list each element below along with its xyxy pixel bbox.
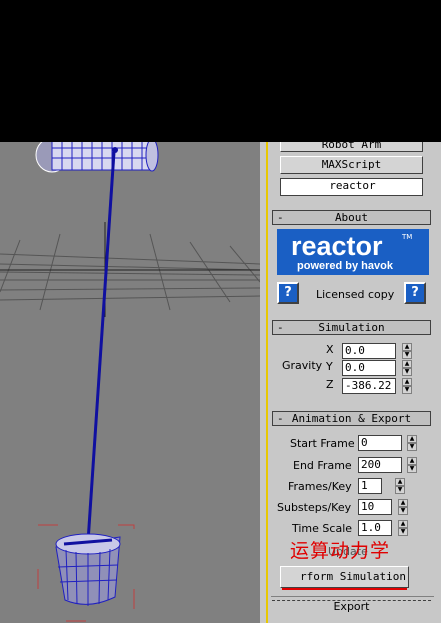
viewport-perspective[interactable]	[0, 142, 260, 623]
export-title: Export	[333, 600, 370, 613]
gravity-x-spinner[interactable]: ▲ ▼	[402, 343, 412, 359]
gravity-z-field[interactable]: -386.22	[342, 378, 396, 394]
chinese-annotation: 运算动力学	[290, 540, 391, 562]
maxscript-button[interactable]: MAXScript	[280, 156, 423, 174]
frames-per-key-field[interactable]: 1	[358, 478, 382, 494]
robot-arm-button[interactable]: Robot Arm	[280, 142, 423, 152]
rollout-divider	[271, 596, 434, 597]
reactor-logo: reactor TM powered by havok	[277, 229, 429, 275]
start-frame-field[interactable]: 0	[358, 435, 402, 451]
start-frame-spinner[interactable]: ▲ ▼	[407, 435, 417, 451]
gravity-y-field[interactable]: 0.0	[342, 360, 396, 376]
time-scale-label: Time Scale	[292, 522, 353, 535]
frames-per-key-spinner[interactable]: ▲ ▼	[395, 478, 405, 494]
gravity-y-label: Y	[326, 360, 333, 373]
gravity-x-field[interactable]: 0.0	[342, 343, 396, 359]
time-scale-spinner[interactable]: ▲ ▼	[398, 520, 408, 536]
panel-divider	[260, 142, 268, 623]
logo-tm: TM	[402, 233, 413, 241]
gravity-y-spinner[interactable]: ▲ ▼	[402, 360, 412, 376]
scene-render	[0, 142, 260, 622]
reactor-utility-button[interactable]: reactor	[280, 178, 423, 196]
license-label: Licensed copy	[316, 288, 395, 301]
logo-sub-text: powered by havok	[297, 260, 393, 272]
end-frame-label: End Frame	[293, 459, 352, 472]
gravity-x-label: X	[326, 343, 334, 356]
substeps-label: Substeps/Key	[277, 501, 352, 514]
export-rollout-header[interactable]: Export	[272, 600, 431, 614]
gravity-z-spinner[interactable]: ▲ ▼	[402, 378, 412, 394]
gravity-label: Gravity	[282, 359, 323, 372]
command-panel: Robot Arm MAXScript reactor - About reac…	[268, 142, 441, 623]
animation-export-rollout-header[interactable]: - Animation & Export	[272, 411, 431, 426]
start-frame-label: Start Frame	[290, 437, 355, 450]
gravity-z-label: Z	[326, 378, 334, 391]
frames-per-key-label: Frames/Key	[288, 480, 352, 493]
cylinder-object[interactable]	[35, 142, 159, 173]
perform-simulation-button[interactable]: rform Simulation	[280, 566, 409, 588]
end-frame-field[interactable]: 200	[358, 457, 402, 473]
ground-grid	[0, 222, 260, 317]
substeps-spinner[interactable]: ▲ ▼	[398, 499, 408, 515]
bucket-object[interactable]	[37, 524, 135, 622]
logo-main-text: reactor	[291, 231, 383, 261]
about-rollout-header[interactable]: - About	[272, 210, 431, 225]
help-button-left[interactable]: ?	[277, 282, 299, 304]
rope-constraint[interactable]	[86, 151, 116, 543]
simulation-title: Simulation	[318, 321, 385, 334]
simulation-rollout-header[interactable]: - Simulation	[272, 320, 431, 335]
help-button-right[interactable]: ?	[404, 282, 426, 304]
time-scale-field[interactable]: 1.0	[358, 520, 392, 536]
annotation-underline	[282, 588, 407, 590]
substeps-field[interactable]: 10	[358, 499, 392, 515]
about-title: About	[334, 211, 369, 224]
end-frame-spinner[interactable]: ▲ ▼	[407, 457, 417, 473]
animation-export-title: Animation & Export	[291, 412, 412, 425]
